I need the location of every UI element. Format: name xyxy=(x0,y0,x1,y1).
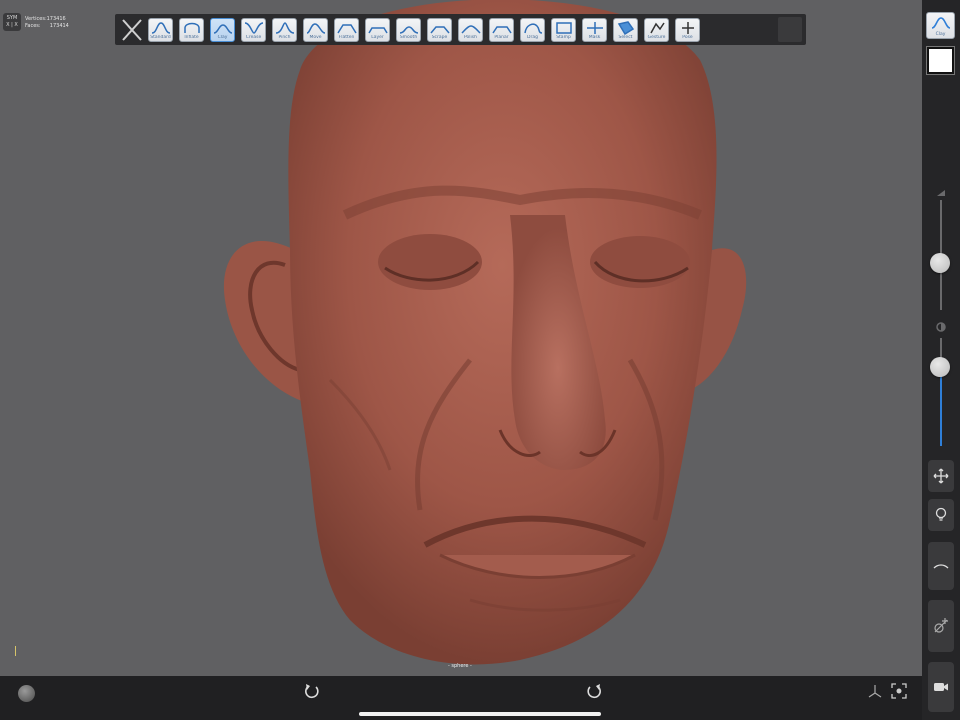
tool-move[interactable]: Move xyxy=(303,18,328,42)
sculpted-head-model[interactable] xyxy=(0,0,922,676)
move-curve-icon xyxy=(306,23,326,34)
tool-label: Select xyxy=(618,35,633,40)
tool-label: Stamp xyxy=(556,35,571,40)
video-camera-icon xyxy=(934,683,948,691)
tool-crease[interactable]: Crease xyxy=(241,18,266,42)
home-indicator xyxy=(359,712,601,716)
stroke-button[interactable] xyxy=(928,542,954,590)
tool-label: Scrape xyxy=(431,35,448,40)
stroke-curve-icon xyxy=(933,564,949,569)
stamp-icon xyxy=(556,22,572,34)
tool-label: Pinch xyxy=(278,35,291,40)
tool-select[interactable]: Select xyxy=(613,18,638,42)
tool-label: Layer xyxy=(371,35,384,40)
radius-icon xyxy=(937,190,945,196)
tool-label: Planar xyxy=(494,35,509,40)
scrape-curve-icon xyxy=(430,26,450,34)
tool-label: Inflate xyxy=(184,35,199,40)
current-tool-label: Clay xyxy=(935,32,946,37)
tool-label: Pose xyxy=(682,35,693,40)
tool-clay[interactable]: Clay xyxy=(210,18,235,42)
camera-button[interactable] xyxy=(928,662,954,712)
layer-curve-icon xyxy=(368,27,388,34)
smooth-curve-icon xyxy=(399,26,419,34)
current-tool-button[interactable]: Clay xyxy=(926,12,955,39)
toolbar-more-button[interactable] xyxy=(778,17,802,42)
tool-mask[interactable]: Mask xyxy=(582,18,607,42)
pose-icon xyxy=(682,22,694,34)
tool-polish[interactable]: Polish xyxy=(458,18,483,42)
intensity-slider-fill xyxy=(940,367,942,446)
tool-gesture[interactable]: Gesture xyxy=(644,18,669,42)
close-tools-icon[interactable] xyxy=(120,17,144,43)
tool-label: Standard xyxy=(150,35,171,40)
tool-label: Drag xyxy=(527,35,538,40)
drag-curve-icon xyxy=(524,23,543,34)
tool-planar[interactable]: Planar xyxy=(489,18,514,42)
select-icon xyxy=(617,21,635,36)
matcap-ball[interactable] xyxy=(18,685,35,702)
axes-icon[interactable] xyxy=(866,682,884,700)
tool-label: Flatten xyxy=(338,35,355,40)
tool-drag[interactable]: Drag xyxy=(520,18,545,42)
lighting-button[interactable] xyxy=(928,499,954,531)
tool-label: Gesture xyxy=(647,35,666,40)
tool-pose[interactable]: Pose xyxy=(675,18,700,42)
vertices-label: Vertices: xyxy=(25,16,47,22)
tool-pinch[interactable]: Pinch xyxy=(272,18,297,42)
frame-view-icon[interactable] xyxy=(890,682,908,700)
tool-standard[interactable]: Standard xyxy=(148,18,173,42)
tool-label: Smooth xyxy=(399,35,418,40)
pinch-curve-icon xyxy=(275,22,295,34)
mask-icon xyxy=(587,22,603,34)
tool-label: Move xyxy=(309,35,322,40)
polish-curve-icon xyxy=(461,25,481,34)
move-arrows-icon xyxy=(933,468,949,484)
mesh-stats: Vertices: 173416 Faces: 173414 xyxy=(25,16,69,30)
tool-label: Clay xyxy=(217,35,228,40)
lightbulb-icon xyxy=(935,507,947,521)
tool-smooth[interactable]: Smooth xyxy=(396,18,421,42)
tool-flatten[interactable]: Flatten xyxy=(334,18,359,42)
tool-label: Mask xyxy=(588,35,601,40)
vertices-value: 173416 xyxy=(46,16,66,22)
standard-curve-icon xyxy=(151,22,171,34)
symmetry-toggle[interactable]: SYM X | X xyxy=(3,13,21,31)
brush-toolbar: Standard Inflate Clay Crease Pinch Move Flatte… xyxy=(115,14,806,45)
undo-icon[interactable] xyxy=(303,682,321,700)
right-sidebar: Clay xyxy=(922,0,960,720)
radius-slider-knob[interactable] xyxy=(930,252,950,273)
mesh-name-label: - sphere - xyxy=(448,663,472,669)
tool-label: Polish xyxy=(463,35,477,40)
symmetry-label: SYM xyxy=(6,15,18,21)
flatten-curve-icon xyxy=(337,24,357,34)
axis-gizmo xyxy=(15,646,16,656)
tool-stamp[interactable]: Stamp xyxy=(551,18,576,42)
redo-icon[interactable] xyxy=(585,682,603,700)
inflate-curve-icon xyxy=(184,22,200,33)
crease-curve-icon xyxy=(244,22,264,34)
tool-inflate[interactable]: Inflate xyxy=(179,18,204,42)
sculpt-viewport[interactable]: SYM X | X Vertices: 173416 Faces: 173414… xyxy=(0,0,922,676)
clay-curve-icon xyxy=(213,24,233,34)
tool-layer[interactable]: Layer xyxy=(365,18,390,42)
transform-button[interactable] xyxy=(928,460,954,492)
tool-scrape[interactable]: Scrape xyxy=(427,18,452,42)
remesh-icon xyxy=(934,618,948,633)
clay-curve-icon xyxy=(931,17,951,29)
symmetry-axes: X | X xyxy=(6,22,18,28)
color-swatch[interactable] xyxy=(926,46,955,75)
faces-label: Faces: xyxy=(25,23,41,29)
intensity-icon xyxy=(936,322,946,332)
faces-value: 173414 xyxy=(49,23,69,29)
gesture-icon xyxy=(650,22,665,34)
remesh-button[interactable] xyxy=(928,600,954,652)
intensity-slider-knob[interactable] xyxy=(930,357,950,378)
planar-curve-icon xyxy=(492,26,512,34)
tool-label: Crease xyxy=(245,35,262,40)
